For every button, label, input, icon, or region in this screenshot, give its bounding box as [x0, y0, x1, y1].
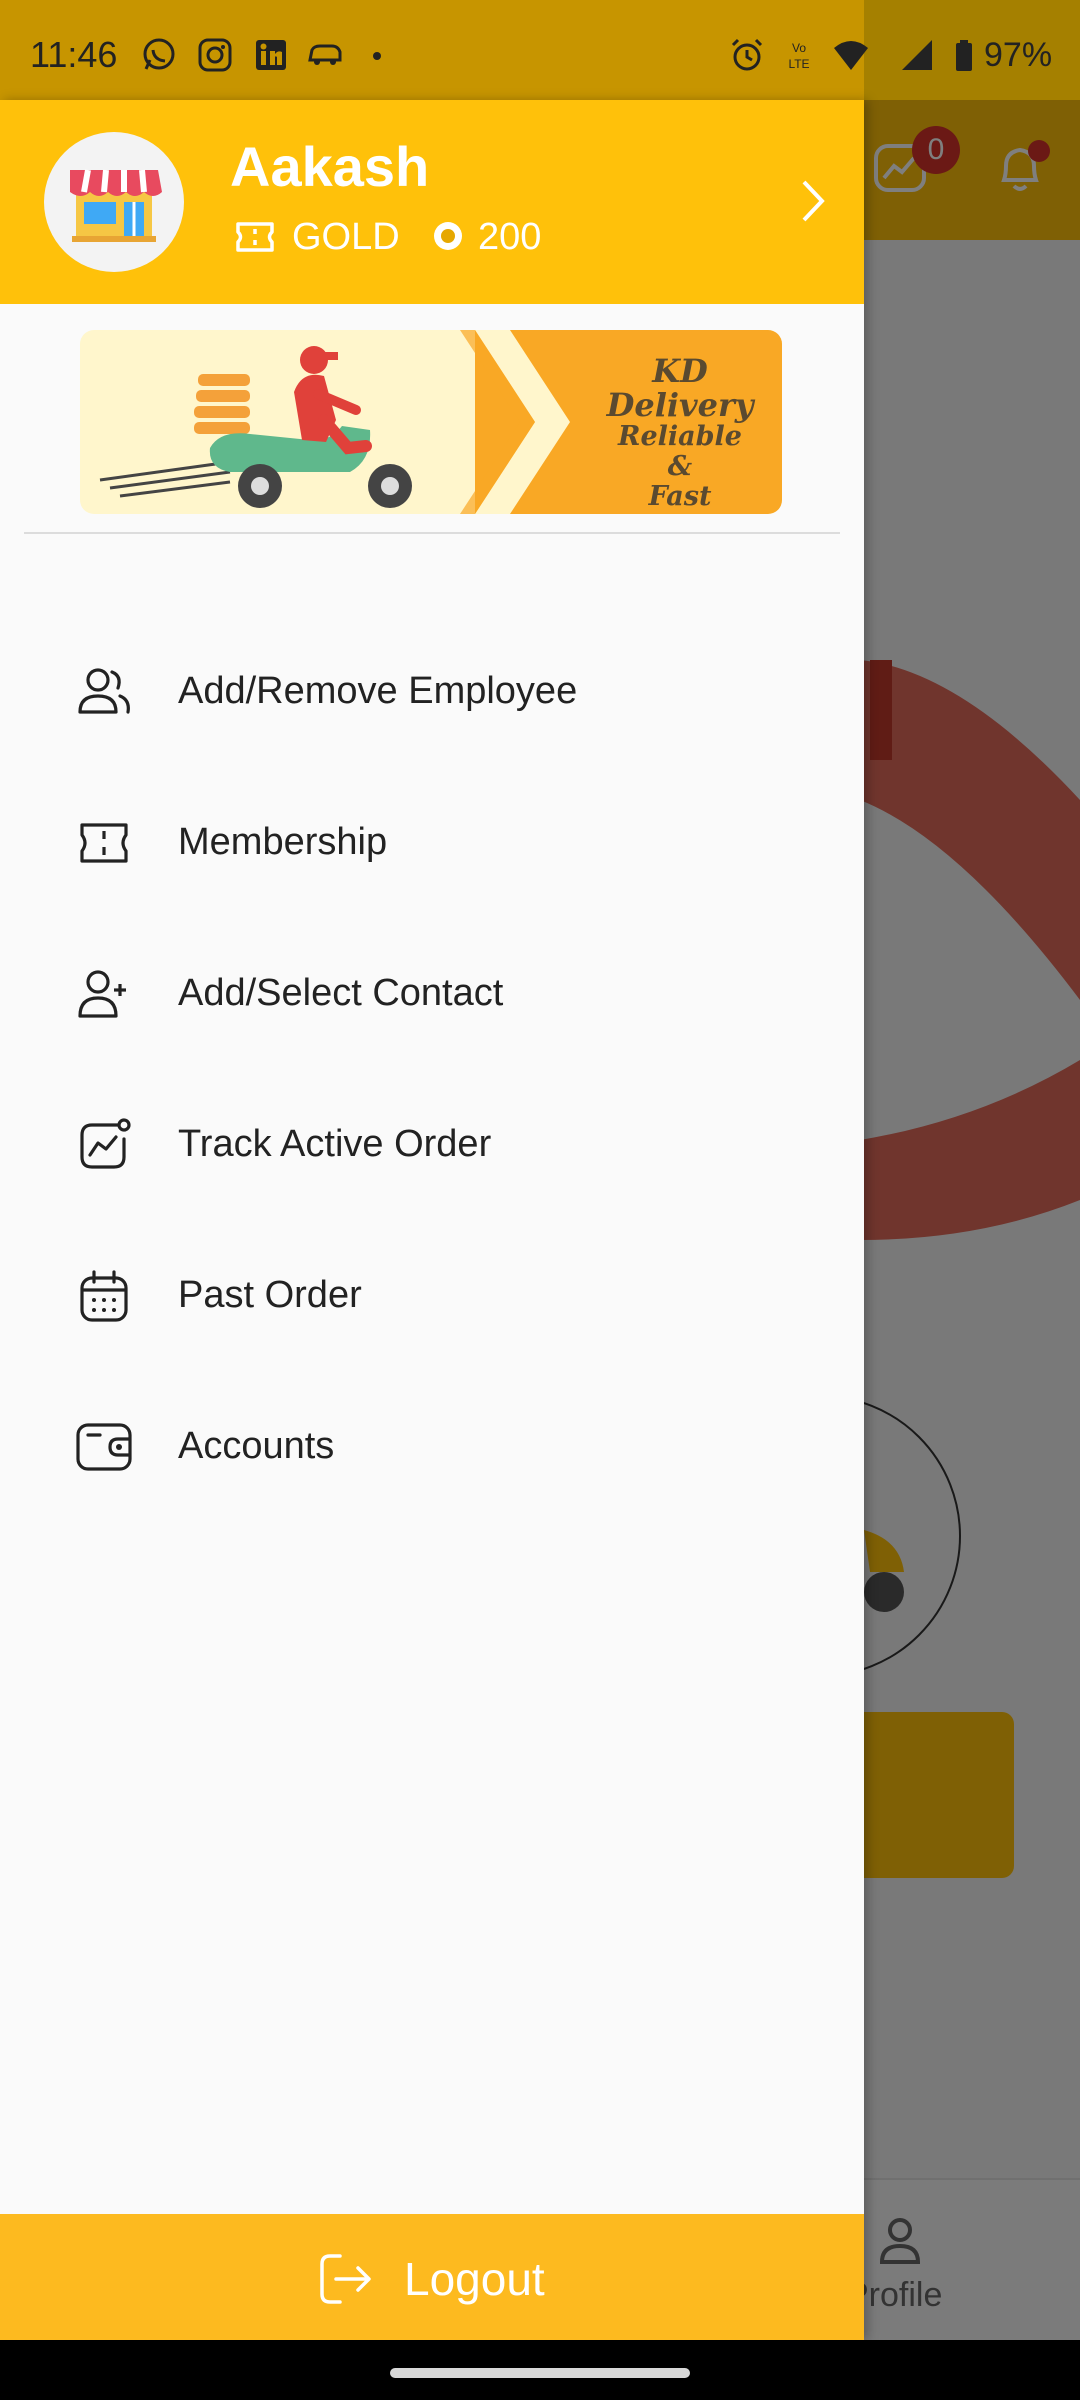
instagram-icon	[198, 38, 232, 72]
signal-icon	[902, 40, 932, 70]
menu-label: Add/Select Contact	[178, 972, 504, 1014]
battery-icon	[956, 40, 972, 71]
user-name: Aakash	[230, 135, 430, 198]
logout-button[interactable]: Logout	[0, 2214, 864, 2340]
menu-item-add-select-contact[interactable]: Add/Select Contact	[0, 926, 864, 1056]
avatar[interactable]	[44, 132, 184, 272]
status-time: 11:46	[30, 34, 118, 75]
calendar-icon	[80, 1270, 128, 1322]
linkedin-icon	[256, 40, 286, 70]
promo-banner[interactable]: KD Delivery Reliable & Fast	[80, 330, 782, 514]
points-balance: 200	[478, 216, 542, 258]
membership-tier: GOLD	[292, 216, 400, 258]
system-navigation-bar	[0, 2340, 1080, 2400]
wallet-icon	[76, 1423, 132, 1471]
divider	[24, 532, 840, 534]
menu-item-past-order[interactable]: Past Order	[0, 1228, 864, 1358]
menu-label: Add/Remove Employee	[178, 670, 578, 712]
car-icon	[308, 44, 342, 65]
alarm-icon	[731, 38, 763, 71]
banner-title: KD Delivery	[606, 352, 754, 424]
svg-text:Vo: Vo	[792, 41, 806, 55]
whatsapp-icon	[143, 38, 175, 70]
ticket-icon	[236, 222, 274, 252]
volte-icon: Vo LTE	[788, 41, 809, 71]
user-plus-icon	[78, 970, 126, 1018]
ticket-icon	[80, 823, 128, 863]
logout-icon	[320, 2254, 371, 2304]
drawer-header[interactable]: Aakash GOLD 200	[0, 100, 864, 304]
menu-label: Past Order	[178, 1274, 362, 1316]
coin-icon	[434, 222, 462, 250]
wifi-icon	[834, 41, 868, 70]
banner-line-2: &	[667, 451, 693, 482]
banner-line-1: Reliable	[618, 421, 742, 452]
menu-item-membership[interactable]: Membership	[0, 775, 864, 905]
banner-line-3: Fast	[648, 481, 712, 512]
home-gesture-handle[interactable]	[390, 2368, 690, 2378]
menu-item-add-remove-employee[interactable]: Add/Remove Employee	[0, 624, 864, 754]
navigation-drawer: Aakash GOLD 200 KD Delivery Reliable & F…	[0, 100, 864, 2340]
menu-label: Membership	[178, 821, 388, 863]
menu-item-accounts[interactable]: Accounts	[0, 1379, 864, 1509]
menu-item-track-active-order[interactable]: Track Active Order	[0, 1077, 864, 1207]
status-bar: 11:46 Vo LTE 97%	[0, 0, 1080, 100]
menu-label: Accounts	[178, 1425, 335, 1467]
activity-icon	[80, 1118, 131, 1169]
logout-label: Logout	[404, 2253, 545, 2305]
chevron-right-icon[interactable]	[796, 176, 830, 226]
svg-text:LTE: LTE	[788, 57, 809, 71]
banner-text: KD Delivery Reliable & Fast	[580, 354, 780, 512]
users-icon	[78, 668, 130, 714]
battery-percentage: 97%	[984, 36, 1053, 74]
menu-label: Track Active Order	[178, 1123, 492, 1165]
dot-icon	[373, 52, 381, 60]
shop-icon	[70, 169, 162, 242]
